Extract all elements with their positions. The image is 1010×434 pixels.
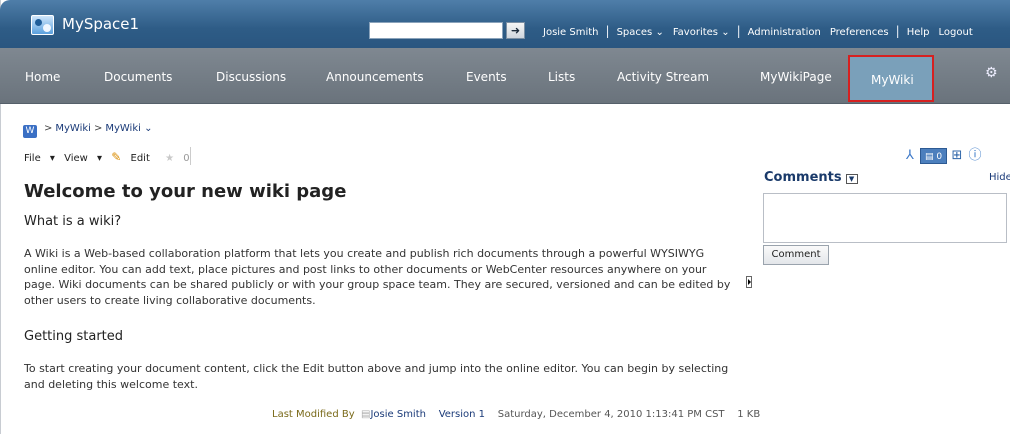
info-icon[interactable]: ⓘ — [967, 148, 983, 164]
section-heading: Getting started — [24, 329, 124, 344]
separator: | — [736, 24, 741, 38]
last-modified-label: Last Modified By — [272, 409, 355, 420]
search-go-button[interactable]: ➜ — [506, 22, 525, 39]
last-modified-info: Last Modified By ▤Josie Smith Version 1 … — [272, 409, 760, 420]
file-label: File — [24, 153, 41, 164]
version-link[interactable]: Version 1 — [439, 409, 485, 420]
tab-mywiki-label: MyWiki — [871, 73, 914, 87]
section-text: To start creating your document content,… — [24, 362, 729, 391]
tab-activity-stream[interactable]: Activity Stream — [617, 70, 709, 84]
app-logo-icon — [31, 15, 54, 35]
section-text: A Wiki is a Web-based collaboration plat… — [24, 247, 731, 307]
view-menu[interactable]: View ▾ — [64, 153, 102, 164]
gear-icon[interactable]: ⚙ — [985, 65, 998, 81]
help-link[interactable]: Help — [907, 27, 930, 38]
breadcrumb-separator: > — [93, 123, 103, 134]
section-heading: What is a wiki? — [24, 214, 122, 229]
tab-mywikipage[interactable]: MyWikiPage — [760, 70, 832, 84]
comments-title: Comments ▼ — [764, 170, 858, 185]
hide-link[interactable]: Hide — [989, 172, 1010, 183]
preferences-link[interactable]: Preferences — [830, 27, 889, 38]
comment-input[interactable] — [763, 193, 1007, 243]
pencil-icon: ✎ — [111, 150, 122, 164]
global-links: Josie Smith | Spaces ⌄ Favorites ⌄ | Administ… — [543, 24, 973, 38]
edit-button[interactable]: ✎ Edit — [111, 150, 156, 164]
administration-link[interactable]: Administration — [748, 27, 821, 38]
site-title[interactable]: MySpace1 — [62, 15, 139, 33]
star-icon: ★ — [165, 153, 175, 164]
wiki-icon: W — [23, 125, 37, 138]
spaces-label: Spaces — [616, 27, 653, 38]
rating-control[interactable]: ★ 0 — [165, 153, 196, 164]
view-label: View — [64, 153, 88, 164]
tab-announcements[interactable]: Announcements — [326, 70, 424, 84]
chevron-down-icon[interactable]: ▼ — [845, 174, 858, 184]
separator: | — [605, 24, 610, 38]
breadcrumb-item-current[interactable]: MyWiki — [105, 123, 141, 134]
breadcrumb: W > MyWiki > MyWiki ⌄ — [23, 123, 152, 138]
favorites-label: Favorites — [672, 27, 718, 38]
comments-title-label: Comments — [764, 170, 842, 185]
comment-button[interactable]: Comment — [763, 245, 829, 265]
spaces-menu[interactable]: Spaces ⌄ — [617, 27, 664, 38]
toolbar-divider — [190, 147, 191, 165]
author-link[interactable]: Josie Smith — [370, 409, 426, 420]
comments-icon[interactable]: ▤ 0 — [920, 148, 947, 164]
breadcrumb-separator: > — [44, 123, 53, 134]
tab-mywiki[interactable]: MyWiki — [848, 55, 934, 102]
chevron-down-icon: ⌄ — [655, 27, 664, 38]
page-toolbar: File ▾ View ▾ ✎ Edit ★ 0 — [24, 150, 202, 164]
tab-lists[interactable]: Lists — [548, 70, 575, 84]
favorites-menu[interactable]: Favorites ⌄ — [673, 27, 730, 38]
modified-timestamp: Saturday, December 4, 2010 1:13:41 PM CS… — [497, 409, 725, 420]
user-name-link[interactable]: Josie Smith — [543, 27, 599, 38]
logout-link[interactable]: Logout — [939, 27, 973, 38]
tab-documents[interactable]: Documents — [104, 70, 172, 84]
breadcrumb-item[interactable]: MyWiki — [55, 123, 91, 134]
tab-home[interactable]: Home — [25, 70, 60, 84]
rating-count: 0 — [183, 153, 190, 164]
file-menu[interactable]: File ▾ — [24, 153, 55, 164]
comments-count: 0 — [936, 152, 943, 162]
file-size: 1 KB — [737, 409, 761, 420]
chevron-down-icon: ⌄ — [721, 27, 730, 38]
people-icon[interactable]: ⅄ — [902, 148, 918, 164]
search-input[interactable] — [369, 22, 503, 39]
document-actions: ⅄ ▤ 0 ⊞ ⓘ — [902, 148, 985, 164]
tag-icon[interactable]: ⊞ — [949, 148, 965, 164]
chevron-down-icon[interactable]: ⌄ — [144, 123, 152, 134]
edit-label: Edit — [130, 153, 150, 164]
tab-events[interactable]: Events — [466, 70, 507, 84]
panel-splitter-handle[interactable] — [746, 276, 752, 288]
separator: | — [895, 24, 900, 38]
tab-discussions[interactable]: Discussions — [216, 70, 286, 84]
page-title: Welcome to your new wiki page — [24, 181, 347, 202]
